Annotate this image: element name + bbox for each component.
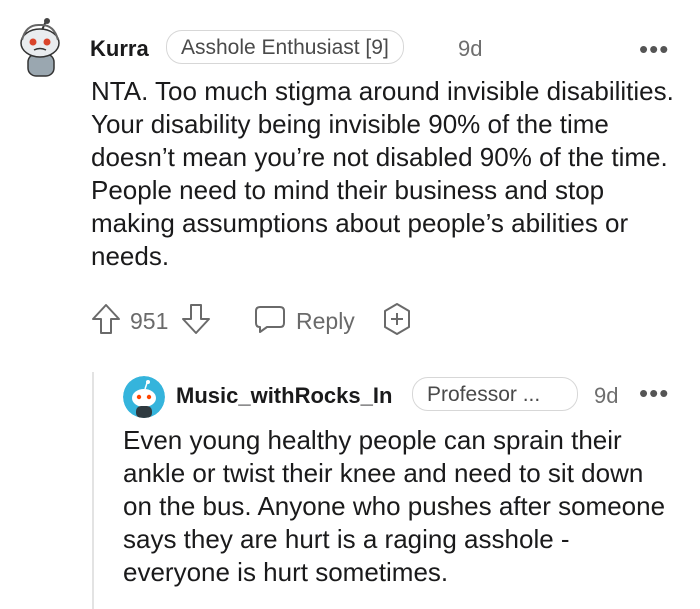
award-plus-icon	[384, 303, 410, 335]
reply-label: Reply	[296, 308, 355, 334]
vote-count: 951	[130, 308, 169, 334]
thread-line[interactable]	[92, 372, 94, 609]
reply-body: Even young healthy people can sprain the…	[123, 425, 666, 587]
award-button[interactable]	[380, 302, 414, 336]
snoo-avatar-icon	[20, 18, 60, 77]
reply-more-options-button[interactable]: •••	[639, 380, 669, 406]
reply-button[interactable]: Reply	[254, 302, 364, 336]
snoo-avatar-icon	[123, 376, 165, 418]
upvote-button[interactable]	[90, 302, 122, 336]
comment-bubble-icon	[255, 306, 285, 333]
reply-avatar[interactable]	[123, 376, 165, 418]
arrow-down-icon	[182, 304, 210, 334]
comment-timestamp: 9d	[458, 36, 483, 61]
comment-username[interactable]: Kurra	[90, 36, 149, 62]
reply-username[interactable]: Music_withRocks_In	[176, 383, 392, 409]
reply-user-flair: Professor ...	[412, 377, 578, 411]
avatar[interactable]	[16, 18, 64, 78]
arrow-up-icon	[92, 304, 120, 334]
downvote-button[interactable]	[180, 302, 212, 336]
comment-body: NTA. Too much stigma around invisible di…	[91, 76, 674, 271]
reply-timestamp: 9d	[594, 383, 619, 408]
user-flair: Asshole Enthusiast [9]	[166, 30, 404, 64]
more-options-button[interactable]: •••	[639, 36, 669, 62]
